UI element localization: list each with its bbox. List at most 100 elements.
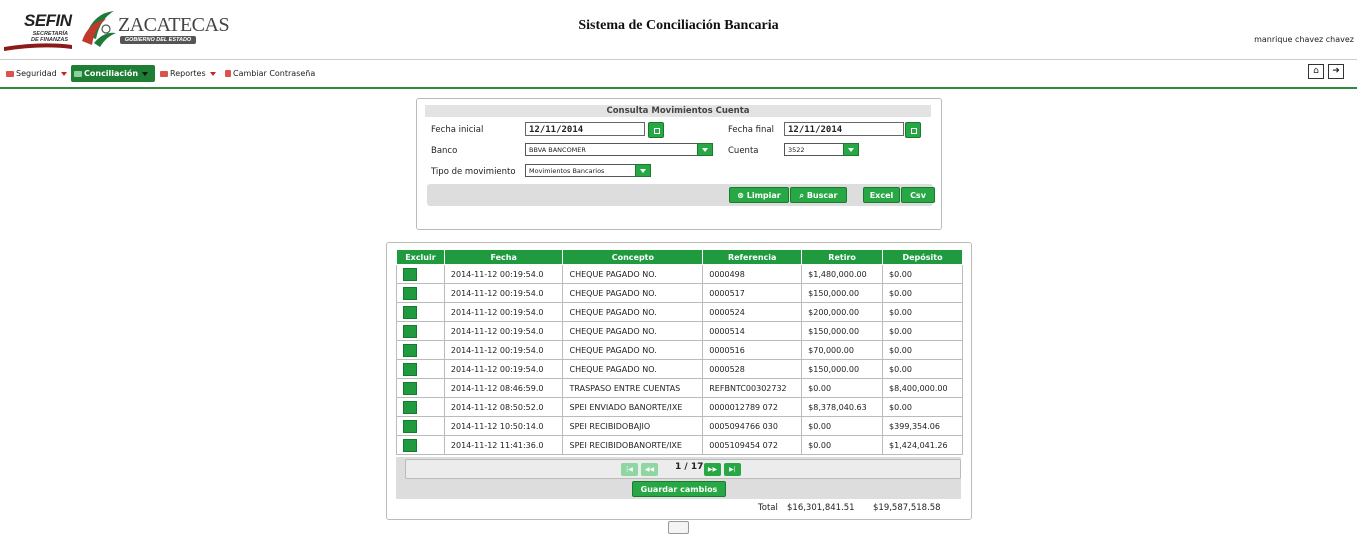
menu-cambiar-contrasena[interactable]: Cambiar Contraseña — [225, 65, 315, 82]
retiro-cell: $0.00 — [801, 435, 884, 455]
table-row: 2014-11-12 00:19:54.0 CHEQUE PAGADO NO. 00… — [396, 340, 963, 360]
retiro-cell: $8,378,040.63 — [801, 397, 884, 417]
pager-area: |◀ ◀◀ 1 / 17 ▶▶ ▶| Guardar cambios — [396, 457, 961, 499]
banco-select-value: BBVA BANCOMER — [529, 146, 586, 154]
cuenta-select[interactable]: 3522 — [784, 143, 859, 156]
deposito-cell: $0.00 — [882, 340, 963, 360]
table-row: 2014-11-12 00:19:54.0 CHEQUE PAGADO NO. 00… — [396, 283, 963, 303]
folder-icon — [6, 70, 14, 77]
referencia-cell: 0005094766 030 — [702, 416, 803, 436]
table-row: 2014-11-12 10:50:14.0 SPEI RECIBIDOBAJIO 0… — [396, 416, 963, 436]
guardar-cambios-button[interactable]: Guardar cambios — [632, 481, 726, 497]
prev-page-icon[interactable]: ◀◀ — [641, 463, 658, 476]
concepto-cell: SPEI RECIBIDOBANORTE/IXE — [562, 435, 704, 455]
results-panel: Excluir Fecha Concepto Referencia Retiro… — [386, 242, 972, 520]
fecha-inicial-label: Fecha inicial — [431, 125, 484, 135]
last-page-icon[interactable]: ▶| — [724, 463, 741, 476]
excluir-checkbox[interactable] — [403, 286, 417, 300]
excluir-checkbox[interactable] — [403, 305, 417, 319]
next-page-icon[interactable]: ▶▶ — [704, 463, 721, 476]
deposito-cell: $0.00 — [882, 264, 963, 284]
buscar-button[interactable]: ⌕ Buscar — [790, 187, 847, 203]
tipo-movimiento-select[interactable]: Movimientos Bancarios — [525, 164, 651, 177]
banco-label: Banco — [431, 146, 458, 156]
search-panel-title: Consulta Movimientos Cuenta — [425, 105, 931, 117]
first-page-icon[interactable]: |◀ — [621, 463, 638, 476]
column-header-referencia[interactable]: Referencia — [702, 249, 803, 265]
fecha-cell: 2014-11-12 08:50:52.0 — [443, 397, 564, 417]
csv-button[interactable]: Csv — [901, 187, 935, 203]
buscar-button-label: Buscar — [806, 191, 838, 200]
retiro-cell: $0.00 — [801, 378, 884, 398]
concepto-cell: CHEQUE PAGADO NO. — [562, 283, 704, 303]
fecha-cell: 2014-11-12 00:19:54.0 — [443, 302, 564, 322]
referencia-cell: 0000528 — [702, 359, 803, 379]
fecha-cell: 2014-11-12 00:19:54.0 — [443, 359, 564, 379]
search-panel: Consulta Movimientos Cuenta Fecha inicia… — [416, 98, 942, 230]
calendar-icon[interactable] — [648, 122, 664, 138]
zacatecas-logo-subtext: GOBIERNO DEL ESTADO — [120, 36, 196, 44]
banco-select[interactable]: BBVA BANCOMER — [525, 143, 713, 156]
excluir-cell — [396, 264, 445, 284]
menu-cambiar-contrasena-label: Cambiar Contraseña — [233, 69, 316, 78]
results-table: Excluir Fecha Concepto Referencia Retiro… — [396, 249, 963, 455]
column-header-deposito[interactable]: Depósito — [882, 249, 963, 265]
excluir-cell — [396, 435, 445, 455]
fecha-cell: 2014-11-12 00:19:54.0 — [443, 283, 564, 303]
excluir-checkbox[interactable] — [403, 267, 417, 281]
referencia-cell: 0005109454 072 — [702, 435, 803, 455]
logout-icon[interactable]: ➜ — [1328, 64, 1344, 79]
caret-down-icon — [142, 71, 149, 76]
excluir-checkbox[interactable] — [403, 362, 417, 376]
tipo-movimiento-select-value: Movimientos Bancarios — [529, 167, 605, 175]
retiro-cell: $150,000.00 — [801, 359, 884, 379]
referencia-cell: 0000514 — [702, 321, 803, 341]
excel-button[interactable]: Excel — [863, 187, 900, 203]
excluir-cell — [396, 321, 445, 341]
excluir-checkbox[interactable] — [403, 343, 417, 357]
page-indicator: 1 / 17 — [675, 462, 704, 472]
chevron-down-icon[interactable] — [635, 164, 651, 177]
retiro-cell: $70,000.00 — [801, 340, 884, 360]
excluir-checkbox[interactable] — [403, 381, 417, 395]
fecha-final-input[interactable]: 12/11/2014 — [784, 122, 904, 136]
column-header-fecha[interactable]: Fecha — [443, 249, 564, 265]
menu-seguridad[interactable]: Seguridad — [6, 65, 67, 82]
column-header-retiro[interactable]: Retiro — [801, 249, 884, 265]
caret-down-icon — [60, 71, 67, 76]
deposito-cell: $0.00 — [882, 283, 963, 303]
fecha-cell: 2014-11-12 00:19:54.0 — [443, 321, 564, 341]
excluir-checkbox[interactable] — [403, 324, 417, 338]
menu-seguridad-label: Seguridad — [16, 69, 57, 78]
fecha-inicial-input[interactable]: 12/11/2014 — [525, 122, 645, 136]
total-label: Total — [758, 503, 778, 513]
calendar-icon[interactable] — [905, 122, 921, 138]
menubar: Seguridad Conciliación Reportes Cambiar … — [0, 59, 1357, 89]
bottom-button[interactable] — [668, 521, 689, 534]
fecha-cell: 2014-11-12 00:19:54.0 — [443, 340, 564, 360]
menu-conciliacion[interactable]: Conciliación — [71, 65, 155, 82]
limpiar-button-label: Limpiar — [746, 191, 781, 200]
folder-icon — [74, 70, 82, 77]
column-header-excluir[interactable]: Excluir — [396, 249, 445, 265]
limpiar-button[interactable]: ⊗ Limpiar — [729, 187, 789, 203]
username: manrique chavez chavez — [1254, 35, 1354, 44]
caret-down-icon — [209, 71, 216, 76]
excluir-checkbox[interactable] — [403, 419, 417, 433]
menu-conciliacion-label: Conciliación — [84, 69, 139, 78]
document-icon — [225, 70, 231, 77]
concepto-cell: CHEQUE PAGADO NO. — [562, 264, 704, 284]
excluir-checkbox[interactable] — [403, 438, 417, 452]
retiro-cell: $150,000.00 — [801, 321, 884, 341]
menu-reportes-label: Reportes — [170, 69, 206, 78]
chevron-down-icon[interactable] — [697, 143, 713, 156]
menu-reportes[interactable]: Reportes — [160, 65, 216, 82]
deposito-cell: $8,400,000.00 — [882, 378, 963, 398]
table-row: 2014-11-12 00:19:54.0 CHEQUE PAGADO NO. 00… — [396, 321, 963, 341]
column-header-concepto[interactable]: Concepto — [562, 249, 704, 265]
excluir-cell — [396, 302, 445, 322]
excluir-checkbox[interactable] — [403, 400, 417, 414]
chevron-down-icon[interactable] — [843, 143, 859, 156]
home-icon[interactable]: ⌂ — [1308, 64, 1324, 79]
tipo-movimiento-label: Tipo de movimiento — [431, 167, 516, 177]
